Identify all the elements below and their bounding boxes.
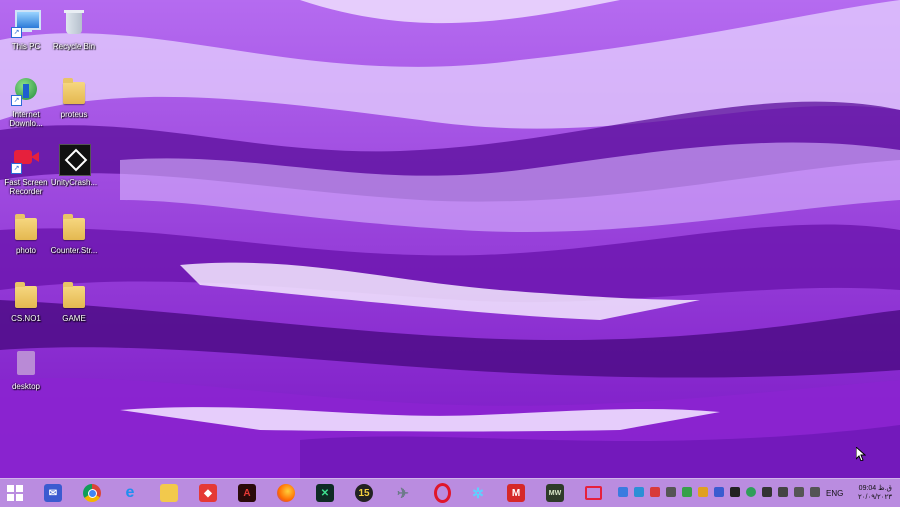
folder-icon — [59, 76, 89, 106]
taskbar-screen-recorder[interactable] — [581, 482, 605, 504]
desktop-icon-fast-screen-recorder[interactable]: ↗ Fast Screen Recorder — [0, 140, 52, 206]
chrome-icon — [83, 484, 101, 502]
mouse-cursor-icon — [856, 447, 866, 461]
mail-icon: ✉ — [44, 484, 62, 502]
anydesk-icon: ◆ — [199, 484, 217, 502]
tray-app-icon[interactable] — [730, 487, 740, 497]
mario-game-icon: M — [507, 484, 525, 502]
internet-download-manager-icon: ↗ — [11, 76, 41, 106]
desktop-icon-cs-no1[interactable]: CS.NO1 — [0, 276, 52, 342]
tray-network-app-icon[interactable] — [634, 487, 644, 497]
desktop-icon-unity-crash[interactable]: UnityCrash... — [48, 140, 100, 206]
desktop-icon-photo[interactable]: photo — [0, 208, 52, 274]
taskbar-game-15[interactable]: 15 — [352, 482, 376, 504]
opera-icon — [433, 483, 451, 503]
windows-start-button[interactable] — [3, 482, 27, 504]
unity-icon — [59, 144, 91, 176]
tray-flag-icon[interactable] — [794, 487, 804, 497]
desktop-wallpaper — [0, 0, 900, 478]
taskbar-mail[interactable]: ✉ — [41, 482, 65, 504]
taskbar-mw-game[interactable]: MW — [543, 482, 567, 504]
desktop-icon-label: GAME — [62, 314, 86, 323]
tray-download-icon[interactable] — [714, 487, 724, 497]
desktop-icon-label: Recycle Bin — [52, 42, 96, 51]
taskbar-anydesk[interactable]: ◆ — [196, 482, 220, 504]
windows-start-icon — [7, 485, 23, 501]
terminal-app-icon: ✕ — [316, 484, 334, 502]
taskbar-terminal-app[interactable]: ✕ — [313, 482, 337, 504]
desktop-icon-counter-strike[interactable]: Counter.Str... — [48, 208, 100, 274]
desktop-icon-game[interactable]: GAME — [48, 276, 100, 342]
desktop-icon-label: UnityCrash... — [50, 178, 98, 187]
folder-icon — [11, 212, 41, 242]
taskbar-internet-explorer[interactable]: e — [118, 482, 142, 504]
screen-recorder-icon: ↗ — [11, 144, 41, 174]
tray-warning-icon[interactable] — [698, 487, 708, 497]
desktop-icon-proteus[interactable]: proteus — [48, 72, 100, 138]
taskbar-firefox[interactable] — [274, 482, 298, 504]
tray-battery-icon[interactable] — [778, 487, 788, 497]
airplane-app-icon: ✈ — [397, 484, 409, 501]
taskbar-airplane-app[interactable]: ✈ — [391, 482, 415, 504]
folder-icon — [59, 212, 89, 242]
desktop-icon-internet-download-manager[interactable]: ↗ Internet Downlo... — [0, 72, 52, 138]
desktop-icon-recycle-bin[interactable]: Recycle Bin — [48, 4, 100, 70]
taskbar-clock[interactable]: 09:04 ق.ظ ۲۰/۰۹/۲۰۲۳ — [858, 484, 892, 502]
desktop-icon-label: proteus — [60, 110, 88, 119]
taskbar-file-explorer[interactable] — [157, 482, 181, 504]
taskbar: ✉ e ◆ A ✕ 15 ✈ ✲ M MW ENG 09:04 ق.ظ ۲۰/۰… — [0, 478, 900, 507]
taskbar-atom-app[interactable]: ✲ — [466, 482, 490, 504]
mw-game-icon: MW — [546, 484, 564, 502]
game-15-icon: 15 — [355, 484, 373, 502]
tray-text-app-icon[interactable] — [666, 487, 676, 497]
input-language-indicator[interactable]: ENG — [826, 489, 843, 498]
tray-nvidia-icon[interactable] — [682, 487, 692, 497]
tray-volume-icon[interactable] — [810, 487, 820, 497]
atom-app-icon: ✲ — [472, 484, 484, 501]
internet-explorer-icon: e — [125, 484, 135, 501]
desktop-icon-this-pc[interactable]: ↗ This PC — [0, 4, 52, 70]
tray-camera-icon[interactable] — [618, 487, 628, 497]
file-icon — [11, 348, 41, 378]
taskbar-opera[interactable] — [430, 482, 454, 504]
desktop-icon-label: desktop — [11, 382, 41, 391]
clock-date: ۲۰/۰۹/۲۰۲۳ — [858, 494, 892, 501]
folder-icon — [11, 280, 41, 310]
clock-time: 09:04 ق.ظ — [858, 485, 892, 492]
taskbar-chrome[interactable] — [80, 482, 104, 504]
taskbar-acrobat[interactable]: A — [235, 482, 259, 504]
file-explorer-icon — [160, 484, 178, 502]
tray-shield-icon[interactable] — [746, 487, 756, 497]
tray-recorder-icon[interactable] — [650, 487, 660, 497]
desktop-icon-label: Counter.Str... — [50, 246, 98, 255]
tray-signal-icon[interactable] — [762, 487, 772, 497]
recycle-bin-icon — [59, 8, 89, 38]
desktop-icon-desktop-file[interactable]: desktop — [0, 344, 52, 410]
firefox-icon — [277, 484, 295, 502]
computer-icon: ↗ — [11, 8, 41, 38]
taskbar-mario-game[interactable]: M — [504, 482, 528, 504]
folder-icon — [59, 280, 89, 310]
acrobat-icon: A — [238, 484, 256, 502]
screen-recorder-taskbar-icon — [584, 486, 602, 500]
